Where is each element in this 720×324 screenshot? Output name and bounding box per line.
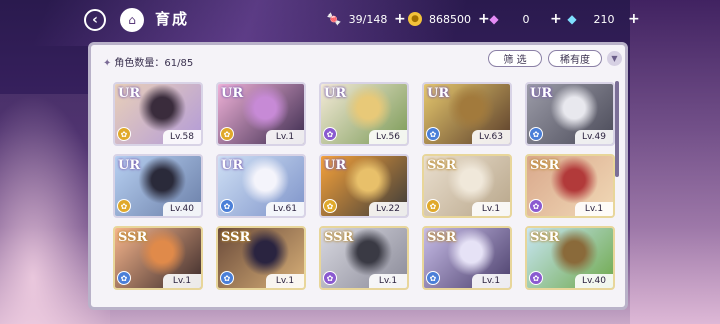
next-row-peek [113,305,613,307]
character-card[interactable]: UR ✿ Lv.1 [216,82,306,146]
level-label: Lv.1 [266,130,304,144]
element-purple-icon: ✿ [323,271,337,285]
level-label: Lv.22 [369,202,407,216]
character-card[interactable]: SSR ✿ Lv.40 [525,226,615,290]
sparkle-icon: ✦ [103,58,112,69]
rarity-badge: UR [427,86,450,101]
element-blue-icon: ✿ [529,127,543,141]
panel-header: ✦ 角色数量：61/85 筛 选 稀有度 ▼ [91,45,625,73]
level-label: Lv.1 [472,274,510,288]
coin-counter: ● 868500 + [408,10,490,28]
scrollbar[interactable] [615,81,619,177]
add-blue-gem-button[interactable]: + [628,11,640,27]
character-card[interactable]: UR ✿ Lv.49 [525,82,615,146]
element-blue-icon: ✿ [426,271,440,285]
filter-button[interactable]: 筛 选 [488,50,542,67]
level-label: Lv.1 [266,274,304,288]
character-card[interactable]: UR ✿ Lv.22 [319,154,409,218]
rarity-badge: UR [221,86,244,101]
level-label: Lv.1 [575,202,613,216]
pink-gem-value: 0 [522,12,530,26]
rarity-badge: UR [530,86,553,101]
candy-value: 39/148 [348,12,388,26]
sort-down-icon[interactable]: ▼ [607,51,622,66]
level-label: Lv.40 [575,274,613,288]
level-label: Lv.49 [575,130,613,144]
character-card[interactable]: SSR ✿ Lv.1 [422,226,512,290]
level-label: Lv.63 [472,130,510,144]
add-pink-gem-button[interactable]: + [550,11,562,27]
rarity-badge: UR [221,158,244,173]
page-title: 育成 [155,10,190,28]
element-yellow-icon: ✿ [323,199,337,213]
candy-counter: 🍬 39/148 + [326,10,406,28]
element-yellow-icon: ✿ [117,199,131,213]
character-card[interactable]: UR ✿ Lv.61 [216,154,306,218]
character-card[interactable]: SSR ✿ Lv.1 [422,154,512,218]
pink-gem-counter: ◆ 0 + [486,10,562,28]
character-card[interactable]: SSR ✿ Lv.1 [525,154,615,218]
rarity-badge: UR [118,86,141,101]
element-yellow-icon: ✿ [220,127,234,141]
blue-gem-icon: ◆ [567,12,577,26]
character-card[interactable]: UR ✿ Lv.63 [422,82,512,146]
rarity-badge: SSR [118,230,148,245]
level-label: Lv.1 [369,274,407,288]
candy-icon: 🍬 [326,12,342,26]
character-panel: ✦ 角色数量：61/85 筛 选 稀有度 ▼ UR ✿ Lv.58 UR ✿ Lv.1 UR ✿… [88,42,628,310]
back-button[interactable]: ‹ [84,9,106,31]
character-card[interactable]: UR ✿ Lv.56 [319,82,409,146]
element-yellow-icon: ✿ [117,127,131,141]
pink-gem-icon: ◆ [489,12,499,26]
blue-gem-counter: ◆ 210 + [564,10,640,28]
blue-gem-value: 210 [593,12,615,26]
character-card[interactable]: SSR ✿ Lv.1 [216,226,306,290]
level-label: Lv.1 [163,274,201,288]
rarity-badge: SSR [324,230,354,245]
character-card[interactable]: SSR ✿ Lv.1 [113,226,203,290]
element-blue-icon: ✿ [220,271,234,285]
castle-home-icon: ⌂ [128,13,136,27]
element-purple-icon: ✿ [323,127,337,141]
rarity-badge: UR [324,158,347,173]
rarity-badge: SSR [427,158,457,173]
character-count: ✦ 角色数量：61/85 [103,54,193,69]
element-blue-icon: ✿ [426,127,440,141]
gold-coin-icon: ● [408,12,422,26]
character-card[interactable]: UR ✿ Lv.40 [113,154,203,218]
character-card[interactable]: SSR ✿ Lv.1 [319,226,409,290]
rarity-badge: SSR [427,230,457,245]
element-blue-icon: ✿ [220,199,234,213]
level-label: Lv.40 [163,202,201,216]
background-right-scene [630,0,720,324]
rarity-badge: UR [118,158,141,173]
element-purple-icon: ✿ [529,271,543,285]
home-button[interactable]: ⌂ [120,8,144,32]
element-yellow-icon: ✿ [426,199,440,213]
back-arrow-icon: ‹ [92,12,98,28]
rarity-badge: SSR [221,230,251,245]
character-count-text: 角色数量：61/85 [114,58,194,69]
rarity-badge: SSR [530,230,560,245]
sort-rarity-button[interactable]: 稀有度 [548,50,602,67]
character-card[interactable]: UR ✿ Lv.58 [113,82,203,146]
element-purple-icon: ✿ [529,199,543,213]
element-blue-icon: ✿ [117,271,131,285]
rarity-badge: UR [324,86,347,101]
coin-value: 868500 [429,12,471,26]
top-bar: ‹ ⌂ 育成 🍬 39/148 + ● 868500 + ◆ 0 + ◆ 210… [0,0,720,38]
level-label: Lv.61 [266,202,304,216]
level-label: Lv.56 [369,130,407,144]
level-label: Lv.58 [163,130,201,144]
rarity-badge: SSR [530,158,560,173]
level-label: Lv.1 [472,202,510,216]
add-candy-button[interactable]: + [394,11,406,27]
